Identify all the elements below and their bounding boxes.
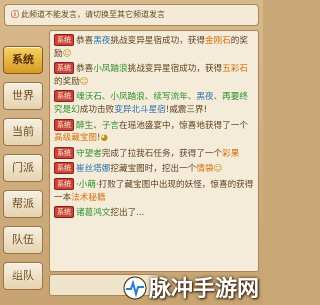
message-text: 挑战变异星宿成功，获得 (127, 64, 223, 75)
chat-message: 系统 恭喜小凤踏浪挑战变异星宿成功，获得五彩石的奖励☺ (54, 62, 255, 88)
highlight-text: 情袋 (196, 164, 214, 175)
message-text: 挖藏宝图时，挖出一个 (110, 164, 197, 175)
message-text: 恭喜 (76, 36, 94, 46)
highlight-text[interactable]: 诸葛鸿文 (76, 208, 110, 218)
highlight-text[interactable]: 变异北斗星宿 (114, 105, 166, 115)
highlight-text: 金刚石 (204, 36, 231, 46)
message-text: 完成了拉我石任务，获得了一个 (101, 148, 223, 159)
tab-system[interactable]: 系统 (3, 46, 43, 74)
chat-message: 系统 醉生、子言在瑶池盛宴中，惊喜地获得了一个高级藏宝图!◕ (54, 118, 255, 145)
message-text: 在瑶池盛宴中，惊喜地获得了一个 (119, 120, 248, 131)
highlight-text[interactable]: 子言 (102, 121, 119, 131)
tab-team[interactable]: 队伍 (3, 226, 43, 254)
pulse-logo-icon (123, 276, 147, 300)
chat-message: 系统 ·小萌·打败了藏宝图中出现的妖怪，惊喜的获得一本法术秘籍 (54, 177, 255, 204)
message-text: !威震三界! (165, 104, 208, 115)
highlight-text[interactable]: 黑夜 (196, 92, 213, 102)
system-channel-badge: 系统 (54, 146, 74, 159)
highlight-text: 法术秘籍 (71, 192, 106, 203)
chat-message: 系统 崔丝塔娜挖藏宝图时，挖出一个情袋☺ (54, 162, 255, 176)
emoji-icon: ☺ (62, 48, 72, 59)
tab-current[interactable]: 当前 (3, 118, 43, 146)
highlight-text[interactable]: 醉生 (76, 121, 93, 131)
tab-sect[interactable]: 门派 (3, 154, 43, 182)
system-channel-badge: 系统 (54, 177, 74, 190)
chat-message: 系统 诸葛鸿文挖出了... (54, 206, 255, 220)
highlight-text: 五彩石 (222, 64, 248, 75)
message-list[interactable]: 系统 恭喜黑夜挑战变异星宿成功，获得金刚石的奖励☺ 系统 恭喜小凤踏浪挑战变异星宿成功… (49, 30, 259, 272)
notice-text: 此频道不能发言，请切换至其它频道发言 (21, 10, 165, 19)
highlight-text[interactable]: 守望者 (76, 149, 102, 159)
system-channel-badge: 系统 (54, 90, 74, 103)
message-text: 挖出了... (110, 208, 145, 219)
system-channel-badge: 系统 (54, 62, 74, 75)
highlight-text[interactable]: 小萌 (79, 180, 96, 190)
message-text: 恭喜 (76, 64, 94, 75)
system-channel-badge: 系统 (54, 118, 74, 131)
channel-tabs: 系统 世界 当前 门派 帮派 队伍 组队 (3, 46, 46, 298)
system-channel-badge: 系统 (54, 206, 74, 219)
tab-guild[interactable]: 帮派 (3, 190, 43, 218)
chat-message: 系统 恭喜黑夜挑战变异星宿成功，获得金刚石的奖励☺ (54, 34, 255, 60)
emoji-icon: ☺ (213, 164, 223, 175)
chat-message: 系统 魂沃石、小凤踏浪、续写流年、黑夜、再要终究是幻成功击败变异北斗星宿!威震三界… (54, 90, 255, 116)
highlight-text[interactable]: 黑夜 (93, 36, 110, 46)
emoji-icon: ◕ (100, 133, 108, 144)
tab-world[interactable]: 世界 (3, 82, 43, 110)
chat-message: 系统 守望者完成了拉我石任务，获得了一个彩果 (54, 146, 255, 161)
lock-screen-toggle[interactable]: 锁屏 (8, 266, 24, 277)
chat-window: ⓘ 此频道不能发言，请切换至其它频道发言 系统 世界 当前 门派 帮派 队伍 组队… (0, 0, 263, 305)
system-channel-badge: 系统 (54, 162, 74, 175)
watermark-text: 脉冲手游网 (148, 277, 259, 302)
warning-icon: ⓘ (11, 10, 19, 19)
message-text: 的奖励 (54, 76, 80, 87)
system-channel-badge: 系统 (54, 34, 74, 46)
highlight-text: 彩果 (222, 148, 240, 159)
highlight-text[interactable]: 崔丝塔娜 (76, 164, 110, 174)
emoji-icon: ☺ (79, 76, 89, 87)
highlight-text[interactable]: 小凤踏浪 (93, 64, 127, 74)
highlight-text: 高级藏宝图 (54, 133, 97, 144)
highlight-text[interactable]: 魂沃石、小凤踏浪、续写流年、 (76, 92, 196, 102)
channel-notice: ⓘ 此频道不能发言，请切换至其它频道发言 (4, 4, 259, 26)
watermark: 脉冲手游网 (123, 271, 259, 303)
message-text: 、 (93, 120, 102, 131)
message-text: 成功击败 (79, 104, 115, 115)
message-text: 挑战变异星宿成功，获得 (110, 36, 205, 46)
